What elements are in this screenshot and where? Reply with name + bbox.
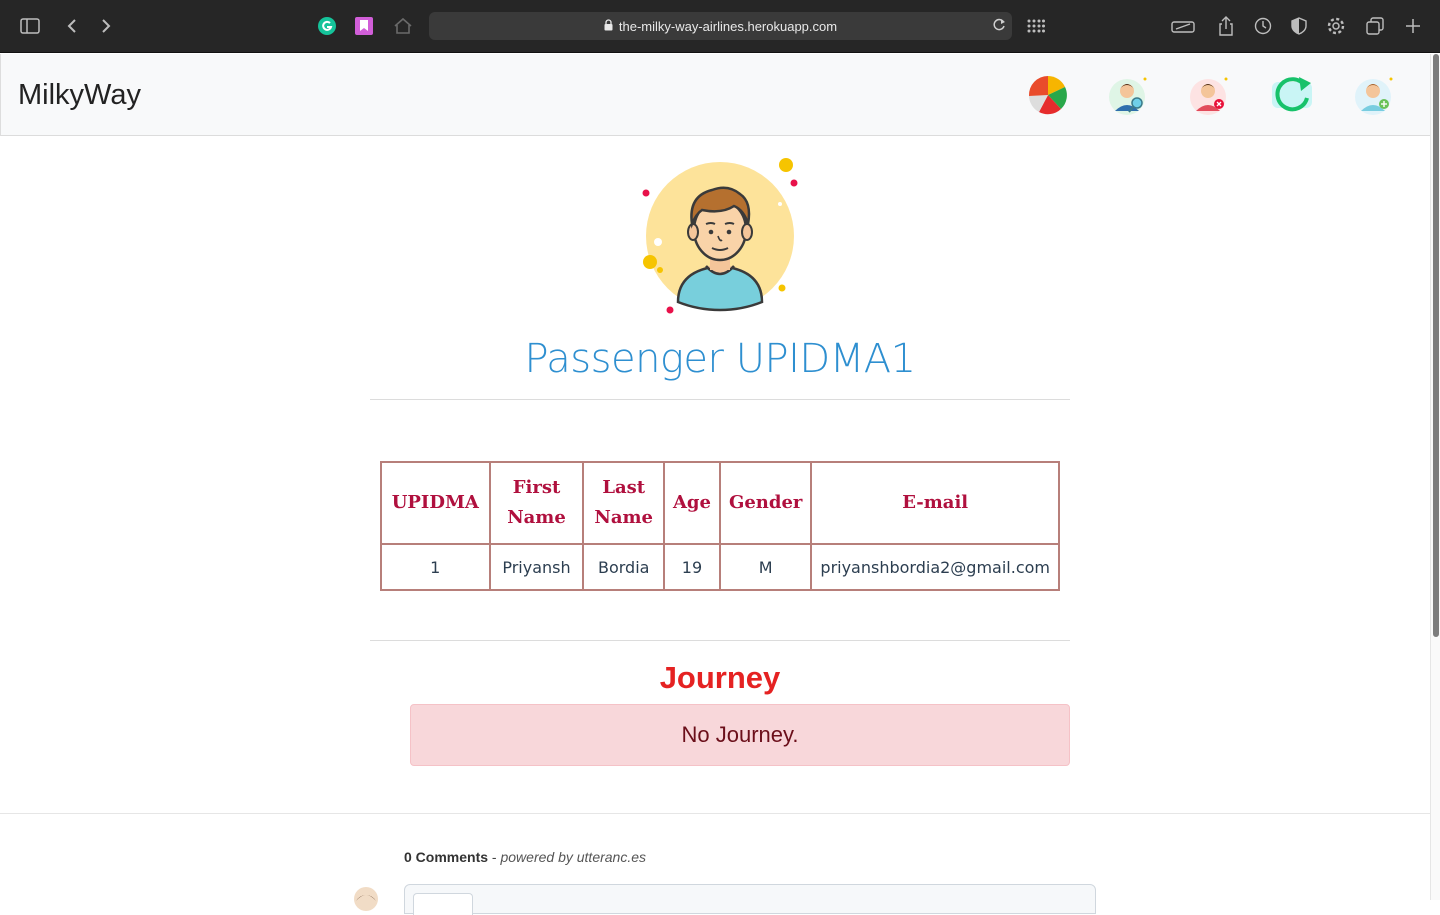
home-icon[interactable] (391, 14, 415, 38)
add-passenger-icon[interactable] (1352, 72, 1398, 118)
sidebar-toggle-icon[interactable] (18, 14, 42, 38)
brand-logo[interactable]: MilkyWay (18, 79, 141, 112)
back-icon[interactable] (60, 14, 84, 38)
history-icon[interactable] (1251, 14, 1275, 38)
grammarly-icon[interactable] (315, 14, 339, 38)
powered-by-link[interactable]: powered by utteranc.es (500, 849, 646, 865)
passenger-table: UPIDMA First Name Last Name Age Gender E… (380, 461, 1060, 591)
section-divider (370, 640, 1070, 641)
comment-editor[interactable] (404, 884, 1096, 915)
bookmark-extension-icon[interactable] (352, 14, 376, 38)
scrollbar-thumb[interactable] (1433, 54, 1439, 637)
commenter-avatar (354, 887, 378, 911)
table-cell: 1 (380, 543, 491, 591)
table-header-row: UPIDMA First Name Last Name Age Gender E… (380, 461, 1060, 545)
write-tab[interactable] (413, 893, 473, 915)
stats-pie-icon[interactable] (1025, 72, 1071, 118)
journey-heading: Journey (659, 660, 781, 695)
apps-grid-icon[interactable] (1024, 14, 1048, 38)
tabs-overview-icon[interactable] (1363, 14, 1387, 38)
forward-icon[interactable] (94, 14, 118, 38)
passenger-avatar (636, 152, 806, 322)
table-row: 1 Priyansh Bordia 19 M priyanshbordia2@g… (380, 543, 1060, 591)
comments-divider (0, 813, 1430, 814)
keyboard-icon[interactable] (1171, 14, 1195, 38)
comments-header: 0 Comments - powered by utteranc.es (404, 849, 646, 865)
search-passenger-icon[interactable] (1106, 72, 1152, 118)
app-navbar: MilkyWay (0, 54, 1430, 136)
title-divider (370, 399, 1070, 400)
column-header: Last Name (582, 461, 665, 545)
table-cell: M (718, 543, 813, 591)
comments-count: 0 Comments (404, 849, 489, 865)
column-header: UPIDMA (380, 461, 491, 545)
privacy-shield-icon[interactable] (1287, 14, 1311, 38)
table-cell: 19 (662, 543, 721, 591)
refresh-icon[interactable] (1269, 72, 1315, 118)
new-tab-icon[interactable] (1401, 14, 1425, 38)
url-text: the-milky-way-airlines.herokuapp.com (618, 18, 838, 34)
column-header: E-mail (810, 461, 1060, 545)
share-icon[interactable] (1214, 14, 1238, 38)
page-title: Passenger UPIDMA1 (524, 336, 916, 382)
table-cell: priyanshbordia2@gmail.com (810, 543, 1060, 591)
no-journey-alert: No Journey. (410, 704, 1070, 766)
column-header: First Name (488, 461, 585, 545)
reload-icon[interactable] (992, 18, 1006, 35)
page-scrollbar[interactable] (1430, 54, 1440, 900)
table-cell: Priyansh (488, 543, 585, 591)
comments-separator: - (488, 849, 501, 865)
column-header: Gender (718, 461, 813, 545)
address-bar[interactable]: the-milky-way-airlines.herokuapp.com (429, 12, 1012, 40)
delete-passenger-icon[interactable] (1187, 72, 1233, 118)
table-cell: Bordia (582, 543, 665, 591)
lock-icon (604, 18, 613, 34)
settings-gear-icon[interactable] (1324, 14, 1348, 38)
browser-toolbar: the-milky-way-airlines.herokuapp.com (0, 0, 1440, 53)
column-header: Age (662, 461, 721, 545)
